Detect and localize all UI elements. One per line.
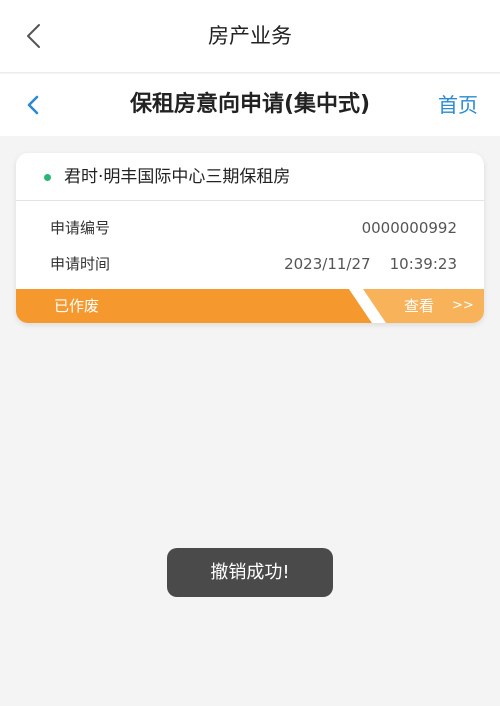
view-button[interactable]: 查看 >> [386,289,484,323]
card-status-bar: 已作废 查看 >> [16,289,484,323]
card-header: 君时·明丰国际中心三期保租房 [16,153,484,201]
app-top-bar: 房产业务 [0,0,500,73]
view-button-label: 查看 [404,297,435,315]
status-badge: 已作废 [54,297,100,315]
application-time-value: 2023/11/27 10:39:23 [284,255,457,273]
application-time-row: 申请时间 2023/11/27 10:39:23 [16,246,484,282]
double-chevron-right-icon: >> [452,298,474,313]
page-header: 保租房意向申请(集中式) 首页 [0,74,500,136]
application-number-label: 申请编号 [50,219,111,237]
application-number-row: 申请编号 0000000992 [16,210,484,246]
toast-message: 撤销成功! [167,548,333,597]
page-title: 保租房意向申请(集中式) [129,92,371,117]
home-link[interactable]: 首页 [438,74,478,136]
application-card[interactable]: 君时·明丰国际中心三期保租房 申请编号 0000000992 申请时间 2023… [16,153,484,323]
project-name: 君时·明丰国际中心三期保租房 [64,167,291,187]
status-dot-icon [44,174,51,181]
app-title: 房产业务 [208,24,292,48]
application-number-value: 0000000992 [361,219,457,237]
application-time-label: 申请时间 [50,255,111,273]
